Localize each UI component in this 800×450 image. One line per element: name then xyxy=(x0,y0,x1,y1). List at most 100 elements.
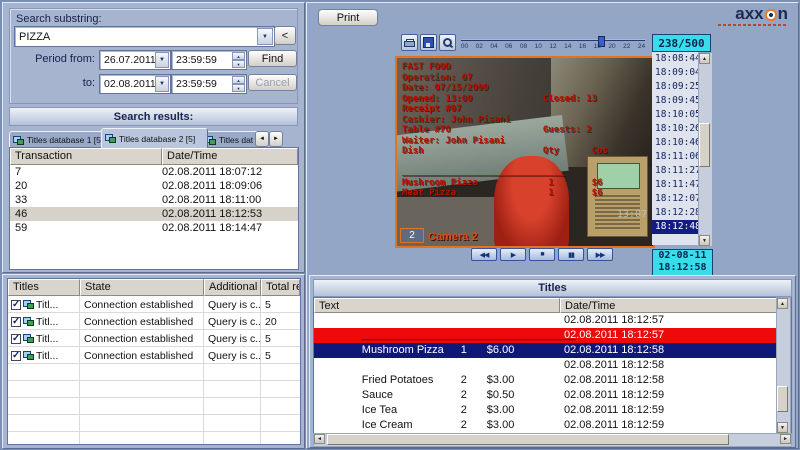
timestamp-item[interactable]: 18:11:06 xyxy=(652,150,698,164)
table-row[interactable]: 7 02.08.2011 18:07:12 xyxy=(10,165,298,179)
from-date-field[interactable]: 26.07.2011 ▼ xyxy=(99,50,171,70)
spin-down-icon[interactable]: ▼ xyxy=(232,60,245,68)
printer-icon xyxy=(404,39,415,47)
table-row[interactable]: 59 02.08.2011 18:14:47 xyxy=(10,221,298,235)
list-item[interactable]: ✓ Titl... Connection established Query i… xyxy=(8,347,300,364)
timestamp-item[interactable]: 18:09:45 xyxy=(652,94,698,108)
table-row[interactable]: Mushroom Pizza1$6.00 02.08.2011 18:12:57 xyxy=(314,328,791,343)
timestamp-list: 18:08:44 18:09:04 18:09:25 18:09:45 18:1… xyxy=(652,52,698,245)
checkbox[interactable]: ✓ xyxy=(11,334,21,344)
timeline-track xyxy=(461,40,645,41)
list-item[interactable]: ✓ Titl... Connection established Query i… xyxy=(8,313,300,330)
checkbox[interactable]: ✓ xyxy=(11,300,21,310)
to-date-field[interactable]: 02.08.2011 ▼ xyxy=(99,74,171,94)
timestamp-item[interactable]: 18:10:05 xyxy=(652,108,698,122)
time-spinner[interactable]: ▲▼ xyxy=(232,52,245,68)
table-row[interactable]: Fried Potatoes2$3.00 02.08.2011 18:12:58 xyxy=(314,358,791,373)
title-cell: Titl... xyxy=(34,333,58,345)
save-frame-button[interactable] xyxy=(420,34,437,51)
timestamp-item[interactable]: 18:10:26 xyxy=(652,122,698,136)
tab-scroll-right-icon[interactable]: ► xyxy=(269,131,283,147)
column-header-titles[interactable]: Titles xyxy=(8,279,80,296)
scroll-up-icon[interactable]: ▲ xyxy=(777,298,788,309)
column-header-datetime[interactable]: Date/Time xyxy=(162,148,298,165)
timestamp-item[interactable]: 18:11:27 xyxy=(652,164,698,178)
timestamp-item[interactable]: 18:09:04 xyxy=(652,66,698,80)
list-item[interactable]: ✓ Titl... Connection established Query i… xyxy=(8,330,300,347)
timestamp-item[interactable]: 18:11:47 xyxy=(652,178,698,192)
column-header-text[interactable]: Text xyxy=(314,298,560,313)
chevron-down-icon[interactable]: ▼ xyxy=(155,76,169,92)
timestamp-item[interactable]: 18:12:07 xyxy=(652,192,698,206)
table-row[interactable]: Sauce2$0.50 02.08.2011 18:12:58 xyxy=(314,373,791,388)
scrollbar-thumb[interactable] xyxy=(699,123,710,167)
tab-scroll-left-icon[interactable]: ◄ xyxy=(255,131,269,147)
column-header-additional[interactable]: Additional ... xyxy=(204,279,261,296)
transaction-table: Transaction Date/Time 7 02.08.2011 18:07… xyxy=(9,147,299,270)
pause-button[interactable]: ▮▮ xyxy=(558,248,584,261)
time-spinner[interactable]: ▲▼ xyxy=(232,76,245,92)
list-item[interactable]: ✓ Titl... Connection established Query i… xyxy=(8,296,300,313)
timestamp-item[interactable]: 18:10:46 xyxy=(652,136,698,150)
scroll-up-icon[interactable]: ▲ xyxy=(699,53,710,64)
find-button[interactable]: Find xyxy=(248,50,297,67)
titles-vertical-scrollbar[interactable]: ▲ ▼ xyxy=(776,297,791,434)
titles-database-icon xyxy=(23,334,34,343)
checkbox[interactable]: ✓ xyxy=(11,317,21,327)
table-row[interactable]: 20 02.08.2011 18:09:06 xyxy=(10,179,298,193)
chevron-down-icon[interactable]: ▼ xyxy=(155,52,169,68)
table-row[interactable]: Ice Cream2$3.00 02.08.2011 18:12:59 xyxy=(314,403,791,418)
scrollbar-thumb[interactable] xyxy=(777,386,788,412)
history-button[interactable]: < xyxy=(274,26,296,45)
datetime-cell: 02.08.2011 18:14:47 xyxy=(162,221,298,235)
zoom-frame-button[interactable] xyxy=(439,34,456,51)
table-row[interactable]: ___________________________________ 02.0… xyxy=(314,418,791,433)
print-button[interactable]: Print xyxy=(318,9,378,26)
print-frame-button[interactable] xyxy=(401,34,418,51)
to-date-value: 02.08.2011 xyxy=(104,78,156,90)
column-header-total-records[interactable]: Total reco... xyxy=(261,279,300,296)
scroll-down-icon[interactable]: ▼ xyxy=(777,422,788,433)
spin-up-icon[interactable]: ▲ xyxy=(232,76,245,84)
from-time-value: 23:59:59 xyxy=(176,54,217,66)
to-time-field[interactable]: 23:59:59 ▲▼ xyxy=(171,74,247,94)
pos-overlay-line: Meat Pizza 1 $6 xyxy=(402,188,608,199)
timeline-tick-label: 16 xyxy=(577,43,588,50)
table-row[interactable]: Meat Pizza1$6.00 02.08.2011 18:12:58 xyxy=(314,343,791,358)
checkbox[interactable]: ✓ xyxy=(11,351,21,361)
column-header-state[interactable]: State xyxy=(80,279,204,296)
chevron-down-icon[interactable]: ▼ xyxy=(257,28,273,45)
scroll-down-icon[interactable]: ▼ xyxy=(699,235,710,246)
column-header-transaction[interactable]: Transaction xyxy=(10,148,162,165)
cancel-button[interactable]: Cancel xyxy=(248,74,297,91)
spin-up-icon[interactable]: ▲ xyxy=(232,52,245,60)
datetime-cell: 02.08.2011 18:11:00 xyxy=(162,193,298,207)
to-label: to: xyxy=(21,77,95,89)
stop-button[interactable]: ■ xyxy=(529,248,555,261)
timestamp-item[interactable]: 18:09:25 xyxy=(652,80,698,94)
search-substring-combo[interactable]: PIZZA ▼ xyxy=(14,26,275,47)
tab-titles-database-2[interactable]: Titles database 2 [5] xyxy=(101,128,208,148)
titles-horizontal-scrollbar[interactable]: ◄ ► xyxy=(313,433,792,447)
scroll-left-icon[interactable]: ◄ xyxy=(314,434,325,444)
scroll-right-icon[interactable]: ► xyxy=(780,434,791,444)
table-row[interactable]: ___________________________________ 02.0… xyxy=(314,313,791,328)
from-date-value: 26.07.2011 xyxy=(104,54,156,66)
play-button[interactable]: ▶ xyxy=(500,248,526,261)
time-scale-slider[interactable]: 00020406081012141618202224 xyxy=(459,36,647,54)
spin-down-icon[interactable]: ▼ xyxy=(232,84,245,92)
camera-view[interactable]: FAST FOODOperation: 07Date: 07/15/2009Op… xyxy=(395,56,655,248)
column-header-datetime[interactable]: Date/Time xyxy=(560,298,778,313)
from-time-field[interactable]: 23:59:59 ▲▼ xyxy=(171,50,247,70)
rewind-button[interactable]: ◀◀ xyxy=(471,248,497,261)
table-row[interactable]: Ice Tea2$3.00 02.08.2011 18:12:59 xyxy=(314,388,791,403)
forward-button[interactable]: ▶▶ xyxy=(587,248,613,261)
table-row[interactable]: 46 02.08.2011 18:12:53 xyxy=(10,207,298,221)
timestamp-item[interactable]: 18:08:44 xyxy=(652,52,698,66)
timestamp-scrollbar[interactable]: ▲ ▼ xyxy=(698,52,713,247)
timestamp-item[interactable]: 18:12:48 xyxy=(652,220,698,234)
datetime-cell: 02.08.2011 18:12:57 xyxy=(560,328,791,343)
table-row[interactable]: 33 02.08.2011 18:11:00 xyxy=(10,193,298,207)
scrollbar-thumb[interactable] xyxy=(327,434,729,445)
timestamp-item[interactable]: 18:12:28 xyxy=(652,206,698,220)
